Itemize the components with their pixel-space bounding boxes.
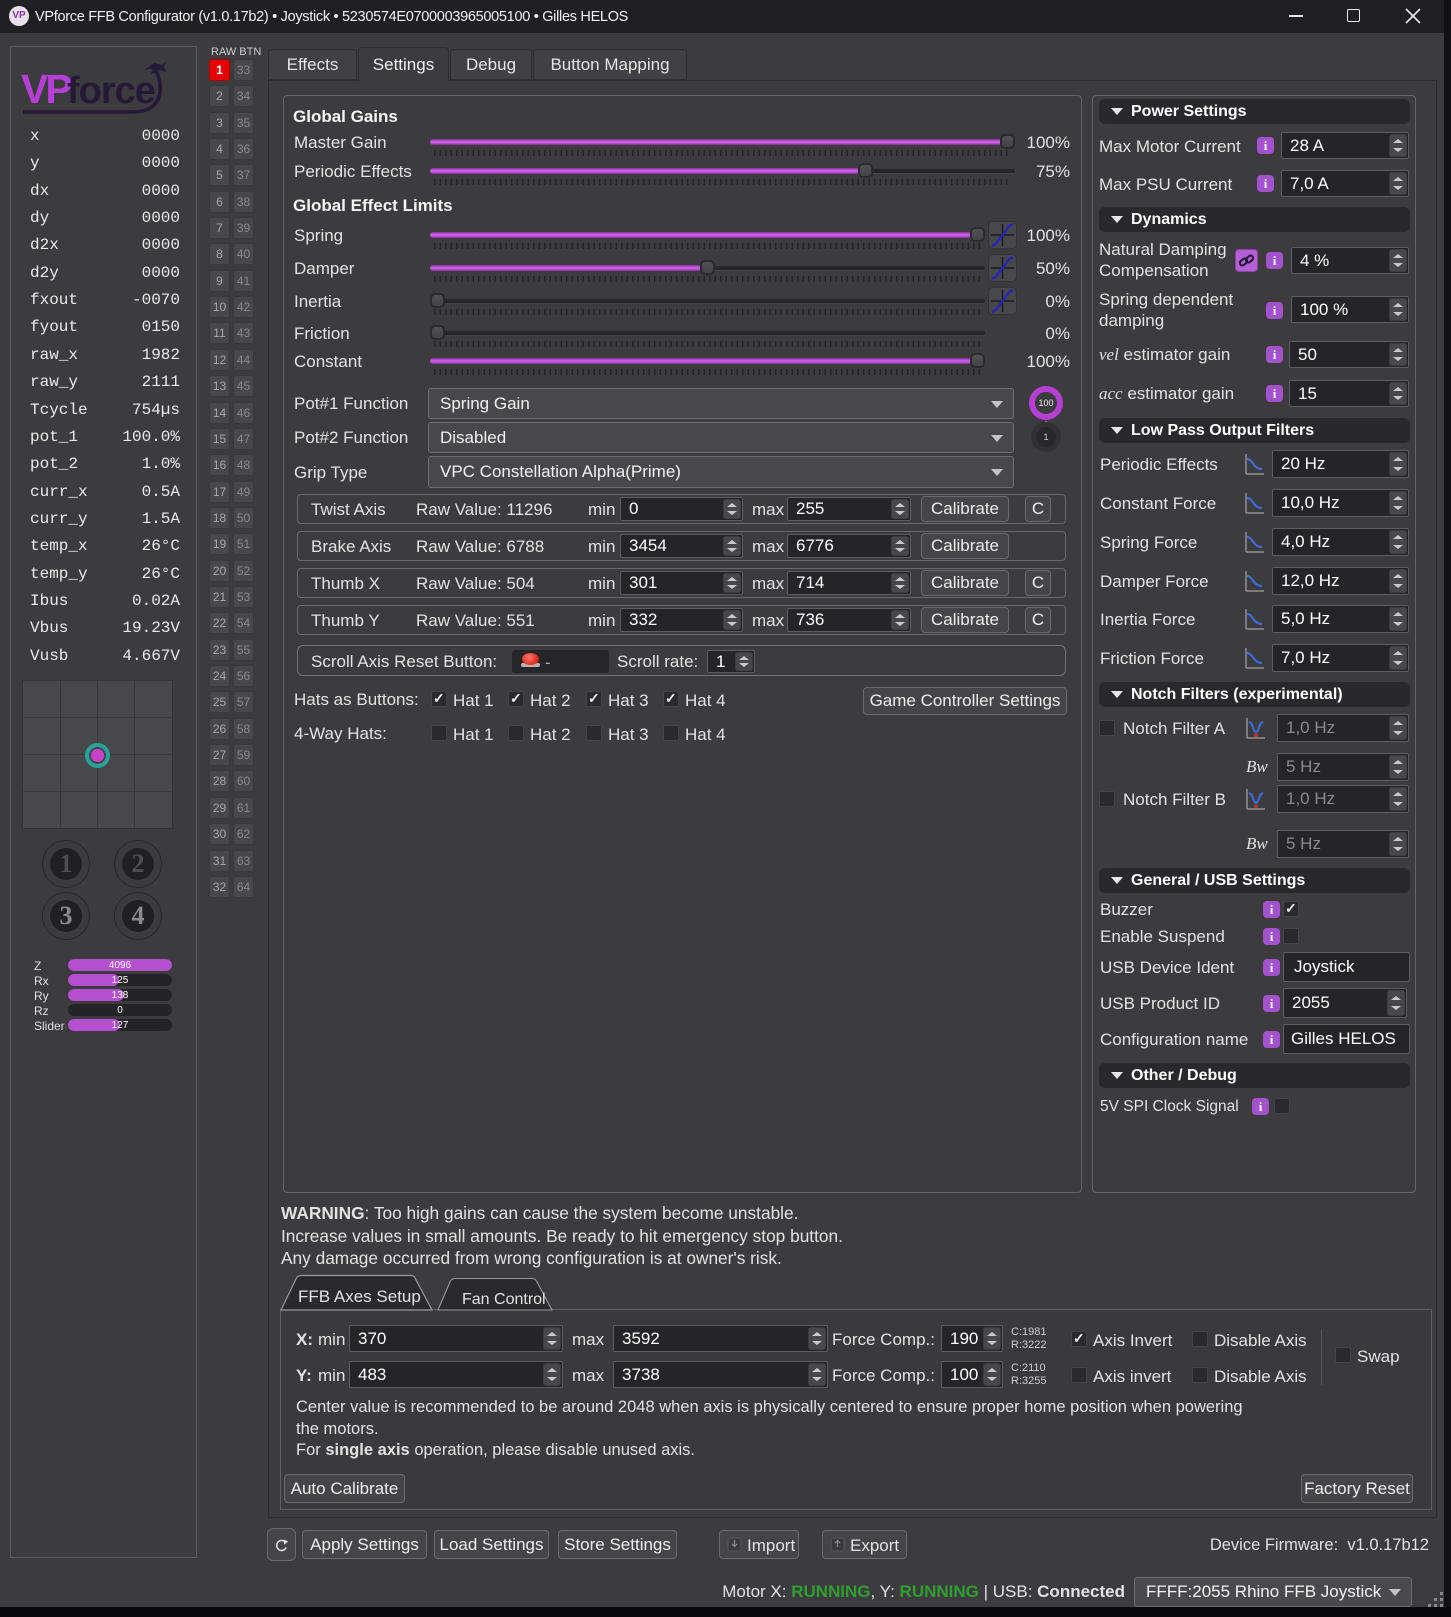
svg-text:force: force: [67, 70, 155, 112]
svg-text:VP: VP: [21, 66, 71, 112]
